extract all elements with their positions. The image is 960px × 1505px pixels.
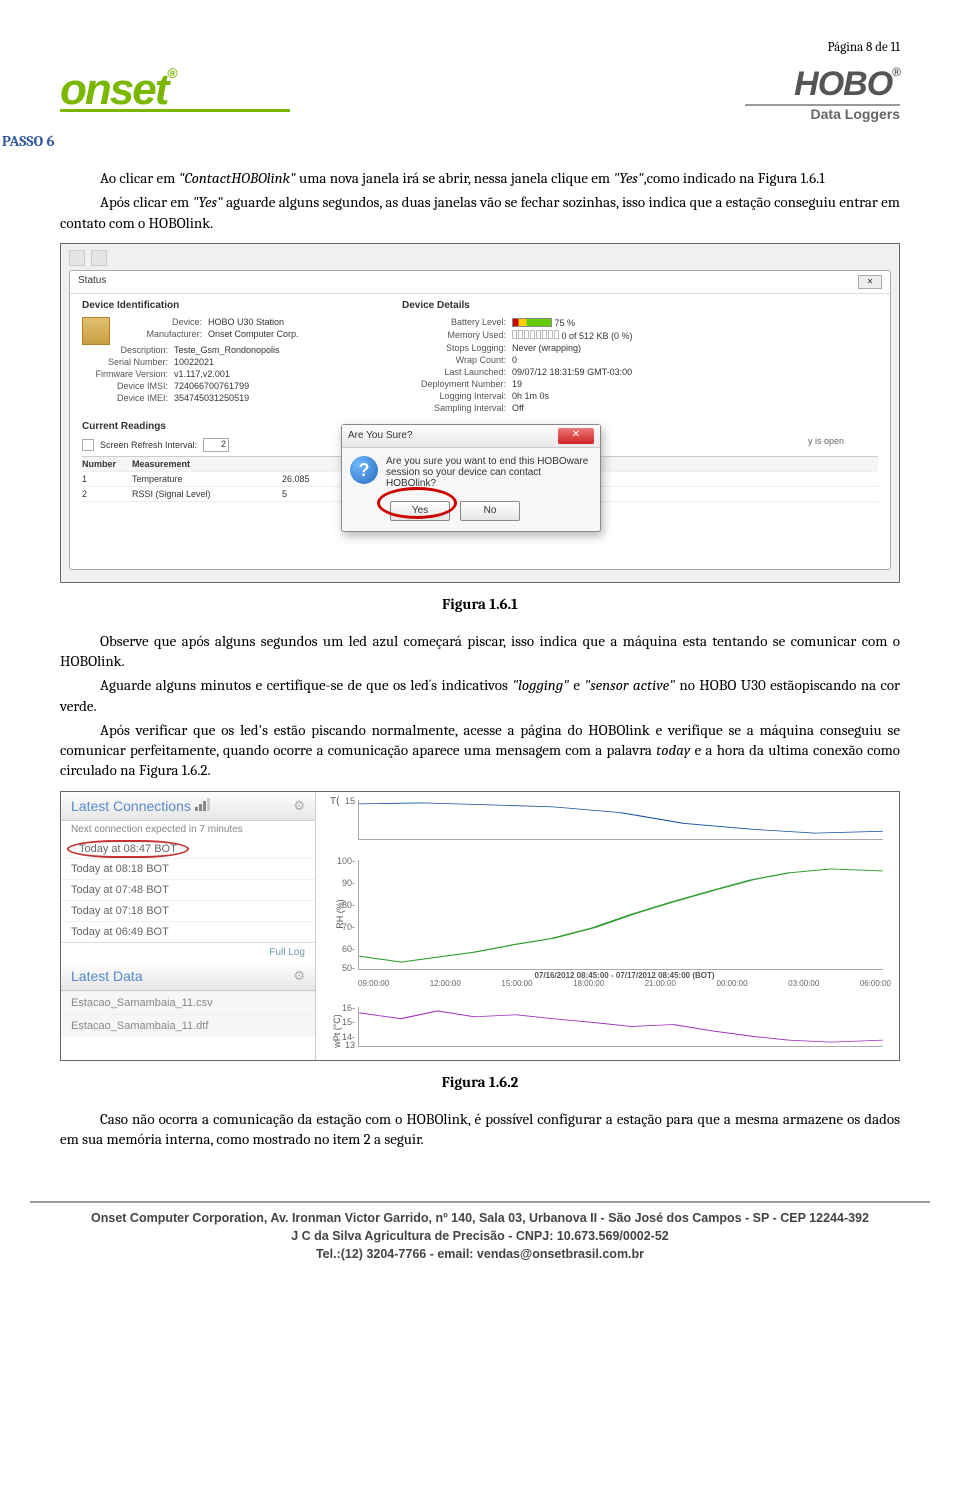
figure-caption-1: Figura 1.6.1 (60, 595, 900, 613)
device-details-header: Device Details (402, 300, 702, 311)
wpt-chart: 16- 15- 14- 13 (358, 1007, 883, 1047)
gear-icon[interactable]: ⚙ (293, 968, 305, 984)
battery-icon (512, 318, 552, 327)
page-number: Página 8 de 11 (60, 40, 900, 55)
registered-icon: ® (892, 65, 900, 79)
refresh-input[interactable]: 2 (203, 438, 229, 452)
list-item[interactable]: Today at 07:48 BOT (61, 879, 315, 900)
rh-chart: RH (%) 100- 90- 80- 70- 60- 50- (358, 860, 883, 970)
toolbar-icon[interactable] (91, 250, 107, 266)
onset-logo-text: onset (60, 65, 167, 115)
toolbar-icon[interactable] (69, 250, 85, 266)
device-icon (82, 317, 110, 345)
figure-1-6-1: Status ✕ Device Identification Device:HO… (60, 243, 900, 583)
no-button[interactable]: No (460, 501, 520, 521)
yes-button[interactable]: Yes (390, 501, 450, 521)
close-icon[interactable]: ✕ (558, 428, 594, 444)
onset-logo: onset® (60, 65, 290, 112)
question-icon: ? (350, 456, 378, 484)
temperature-chart: 15 (358, 800, 883, 840)
dialog-title: Are You Sure? (348, 430, 413, 441)
paragraph-5: Após verificar que os led's estão piscan… (60, 720, 900, 781)
figure-1-6-2: Latest Connections ⚙ Next connection exp… (60, 791, 900, 1061)
gear-icon[interactable]: ⚙ (293, 798, 305, 814)
data-file-link[interactable]: Estacao_Samambaia_11.csv (61, 991, 315, 1014)
list-item[interactable]: Today at 06:49 BOT (61, 921, 315, 942)
latest-data-header: Latest Data⚙ (61, 962, 315, 991)
annotation-circle-today: Today at 08:47 BOT (67, 840, 189, 858)
page-footer: Onset Computer Corporation, Av. Ironman … (30, 1201, 930, 1263)
figure-caption-2: Figura 1.6.2 (60, 1073, 900, 1091)
memory-blocks-icon (512, 330, 559, 339)
registered-icon: ® (167, 65, 175, 81)
paragraph-2: Após clicar em "Yes" aguarde alguns segu… (60, 192, 900, 233)
signal-icon (195, 798, 210, 811)
step-heading: PASSO 6 (2, 132, 900, 150)
paragraph-4: Aguarde alguns minutos e certifique-se d… (60, 675, 900, 716)
latest-connections-header: Latest Connections ⚙ (61, 792, 315, 821)
paragraph-1: Ao clicar em "ContactHOBOlink" uma nova … (60, 168, 900, 188)
hobo-logo-text: HOBO (794, 65, 892, 104)
list-item[interactable]: Today at 07:18 BOT (61, 900, 315, 921)
relay-text: y is open (808, 436, 844, 446)
full-log-link[interactable]: Full Log (61, 942, 315, 962)
data-file-link[interactable]: Estacao_Samambaia_11.dtf (61, 1014, 315, 1037)
device-id-header: Device Identification (82, 300, 362, 311)
dialog-text: Are you sure you want to end this HOBOwa… (386, 456, 592, 489)
status-title: Status (78, 275, 106, 289)
expected-text: Next connection expected in 7 minutes (61, 821, 315, 838)
refresh-icon (82, 439, 94, 451)
paragraph-6: Caso não ocorra a comunicação da estação… (60, 1109, 900, 1150)
x-ticks: 09:00:0012:00:0015:00:0018:00:0021:00:00… (358, 980, 891, 989)
close-icon[interactable]: ✕ (858, 275, 882, 289)
confirm-dialog: Are You Sure? ✕ ? Are you sure you want … (341, 424, 601, 532)
hobo-logo-sub: Data Loggers (745, 104, 900, 122)
list-item[interactable]: Today at 08:18 BOT (61, 858, 315, 879)
hobo-logo: HOBO® Data Loggers (745, 65, 900, 122)
paragraph-3: Observe que após alguns segundos um led … (60, 631, 900, 672)
header: onset® HOBO® Data Loggers (60, 65, 900, 122)
